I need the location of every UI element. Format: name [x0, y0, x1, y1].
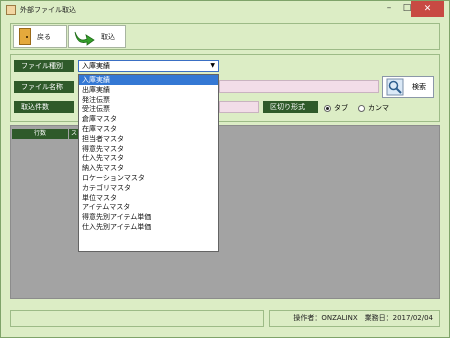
file-type-select[interactable]: 入庫実績 ▼: [78, 60, 219, 72]
dropdown-option[interactable]: 担当者マスタ: [79, 134, 218, 144]
dropdown-option[interactable]: アイテムマスタ: [79, 202, 218, 212]
file-type-dropdown-list[interactable]: 入庫実績 出庫実績 発注伝票 受注伝票 倉庫マスタ 在庫マスタ 担当者マスタ 得…: [78, 74, 219, 252]
minimize-button[interactable]: –: [380, 1, 398, 16]
title-bar: 外部ファイル取込 – □ ✕: [1, 1, 449, 19]
main-window: 外部ファイル取込 – □ ✕ 戻る 取込 ファイル種別 入庫実績 ▼ ファイル名…: [0, 0, 450, 338]
dropdown-option[interactable]: 倉庫マスタ: [79, 114, 218, 124]
grid-header-row-number: 行数: [12, 129, 68, 139]
window-title: 外部ファイル取込: [20, 6, 76, 14]
search-icon: [386, 78, 404, 96]
delimiter-tab-radio[interactable]: タブ: [324, 103, 348, 113]
back-button[interactable]: 戻る: [13, 25, 67, 48]
file-type-label: ファイル種別: [14, 60, 74, 72]
file-type-value: 入庫実績: [82, 62, 110, 70]
door-icon: [19, 28, 31, 45]
dropdown-option[interactable]: 出庫実績: [79, 85, 218, 95]
import-count-label: 取込件数: [14, 101, 74, 113]
back-button-label: 戻る: [37, 32, 51, 41]
delimiter-label: 区切り形式: [263, 101, 318, 113]
search-button[interactable]: 検索: [382, 76, 434, 98]
chevron-down-icon: ▼: [210, 62, 215, 69]
app-icon: [6, 5, 16, 15]
import-button-label: 取込: [101, 32, 115, 41]
file-name-label: ファイル名称: [14, 81, 74, 93]
dropdown-option[interactable]: ロケーションマスタ: [79, 173, 218, 183]
dropdown-option[interactable]: 納入先マスタ: [79, 163, 218, 173]
import-count-value: [219, 101, 259, 113]
delimiter-comma-radio[interactable]: カンマ: [358, 103, 389, 113]
dropdown-option[interactable]: 入庫実績: [79, 75, 218, 85]
dropdown-option[interactable]: 在庫マスタ: [79, 124, 218, 134]
data-grid[interactable]: 行数 ス: [10, 125, 440, 299]
dropdown-option[interactable]: 発注伝票: [79, 95, 218, 105]
arrow-right-icon: [74, 31, 95, 46]
radio-checked-icon: [324, 104, 331, 112]
import-button[interactable]: 取込: [68, 25, 126, 48]
search-button-label: 検索: [412, 83, 426, 91]
delimiter-tab-label: タブ: [334, 104, 348, 112]
status-bar-right: 操作者：ONZALINX 業務日：2017/02/04: [269, 310, 440, 327]
dropdown-option[interactable]: 仕入先別アイテム単価: [79, 222, 218, 232]
dropdown-option[interactable]: 仕入先マスタ: [79, 153, 218, 163]
dropdown-option[interactable]: 得意先別アイテム単価: [79, 212, 218, 222]
dropdown-option[interactable]: カテゴリマスタ: [79, 183, 218, 193]
file-name-input[interactable]: [219, 80, 379, 93]
toolbar: 戻る 取込: [10, 23, 440, 50]
dropdown-option[interactable]: 得意先マスタ: [79, 144, 218, 154]
delimiter-comma-label: カンマ: [368, 104, 389, 112]
dropdown-option[interactable]: 単位マスタ: [79, 193, 218, 203]
status-bar-left: [10, 310, 264, 327]
dropdown-option[interactable]: 受注伝票: [79, 104, 218, 114]
close-button[interactable]: ✕: [411, 1, 444, 17]
radio-unchecked-icon: [358, 104, 365, 112]
